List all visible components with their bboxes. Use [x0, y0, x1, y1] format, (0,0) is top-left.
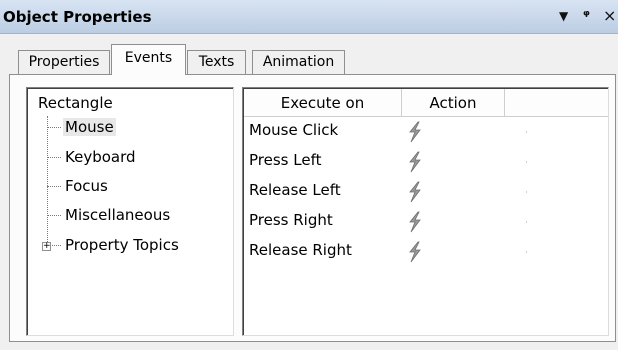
tree-item-label: Focus: [65, 177, 108, 195]
tree-item-label: Keyboard: [65, 148, 136, 166]
pin-icon[interactable]: ᵠ: [583, 6, 590, 26]
tree-item-miscellaneous[interactable]: Miscellaneous: [47, 206, 172, 224]
table-row[interactable]: Release Left: [244, 178, 608, 208]
expand-plus-icon[interactable]: +: [42, 242, 51, 251]
lightning-bolt-icon[interactable]: [406, 211, 424, 233]
tree-dash: [47, 157, 61, 158]
execute-on-cell: Press Right: [249, 211, 333, 229]
execute-on-cell: Release Left: [249, 181, 341, 199]
grid-header: Execute on Action: [244, 89, 608, 117]
column-header-execute-on[interactable]: Execute on: [244, 89, 402, 117]
column-header-empty: [505, 89, 608, 117]
tree-item-property-topics[interactable]: + Property Topics: [42, 236, 181, 254]
tree-item-label: Property Topics: [65, 236, 179, 254]
event-action-grid: Execute on Action Mouse Click Press Left…: [242, 87, 609, 336]
table-row[interactable]: Press Right: [244, 208, 608, 238]
tab-animation[interactable]: Animation: [252, 50, 345, 74]
event-category-tree: Rectangle Mouse Keyboard Focus Miscellan…: [26, 87, 234, 336]
lightning-bolt-icon[interactable]: [406, 121, 424, 143]
tab-events[interactable]: Events: [111, 44, 186, 75]
execute-on-cell: Release Right: [249, 241, 352, 259]
lightning-bolt-icon[interactable]: [406, 151, 424, 173]
grid-dot: [526, 251, 527, 253]
tab-properties[interactable]: Properties: [18, 50, 110, 74]
window-title: Object Properties: [3, 8, 152, 26]
tree-item-mouse[interactable]: Mouse: [47, 118, 116, 136]
tree-item-label: Miscellaneous: [65, 206, 171, 224]
window-menu-icon[interactable]: ▼: [559, 6, 568, 26]
tree-dash: [47, 215, 61, 216]
close-icon[interactable]: ×: [603, 6, 616, 26]
grid-dot: [526, 131, 527, 133]
grid-dot: [526, 191, 527, 193]
table-row[interactable]: Mouse Click: [244, 118, 608, 148]
tree-dash: [47, 127, 61, 128]
lightning-bolt-icon[interactable]: [406, 241, 424, 263]
tree-dash: [47, 186, 61, 187]
table-row[interactable]: Press Left: [244, 148, 608, 178]
table-row[interactable]: Release Right: [244, 238, 608, 268]
tree-item-label: Mouse: [63, 118, 116, 136]
grid-dot: [526, 161, 527, 163]
lightning-bolt-icon[interactable]: [406, 181, 424, 203]
tree-root-rectangle[interactable]: Rectangle: [38, 94, 113, 112]
window-titlebar: Object Properties ▼ ᵠ ×: [0, 0, 618, 34]
execute-on-cell: Press Left: [249, 151, 322, 169]
tree-item-focus[interactable]: Focus: [47, 177, 110, 195]
column-header-action[interactable]: Action: [402, 89, 505, 117]
execute-on-cell: Mouse Click: [249, 121, 339, 139]
tree-item-keyboard[interactable]: Keyboard: [47, 148, 138, 166]
tab-texts[interactable]: Texts: [187, 50, 246, 74]
grid-dot: [526, 221, 527, 223]
